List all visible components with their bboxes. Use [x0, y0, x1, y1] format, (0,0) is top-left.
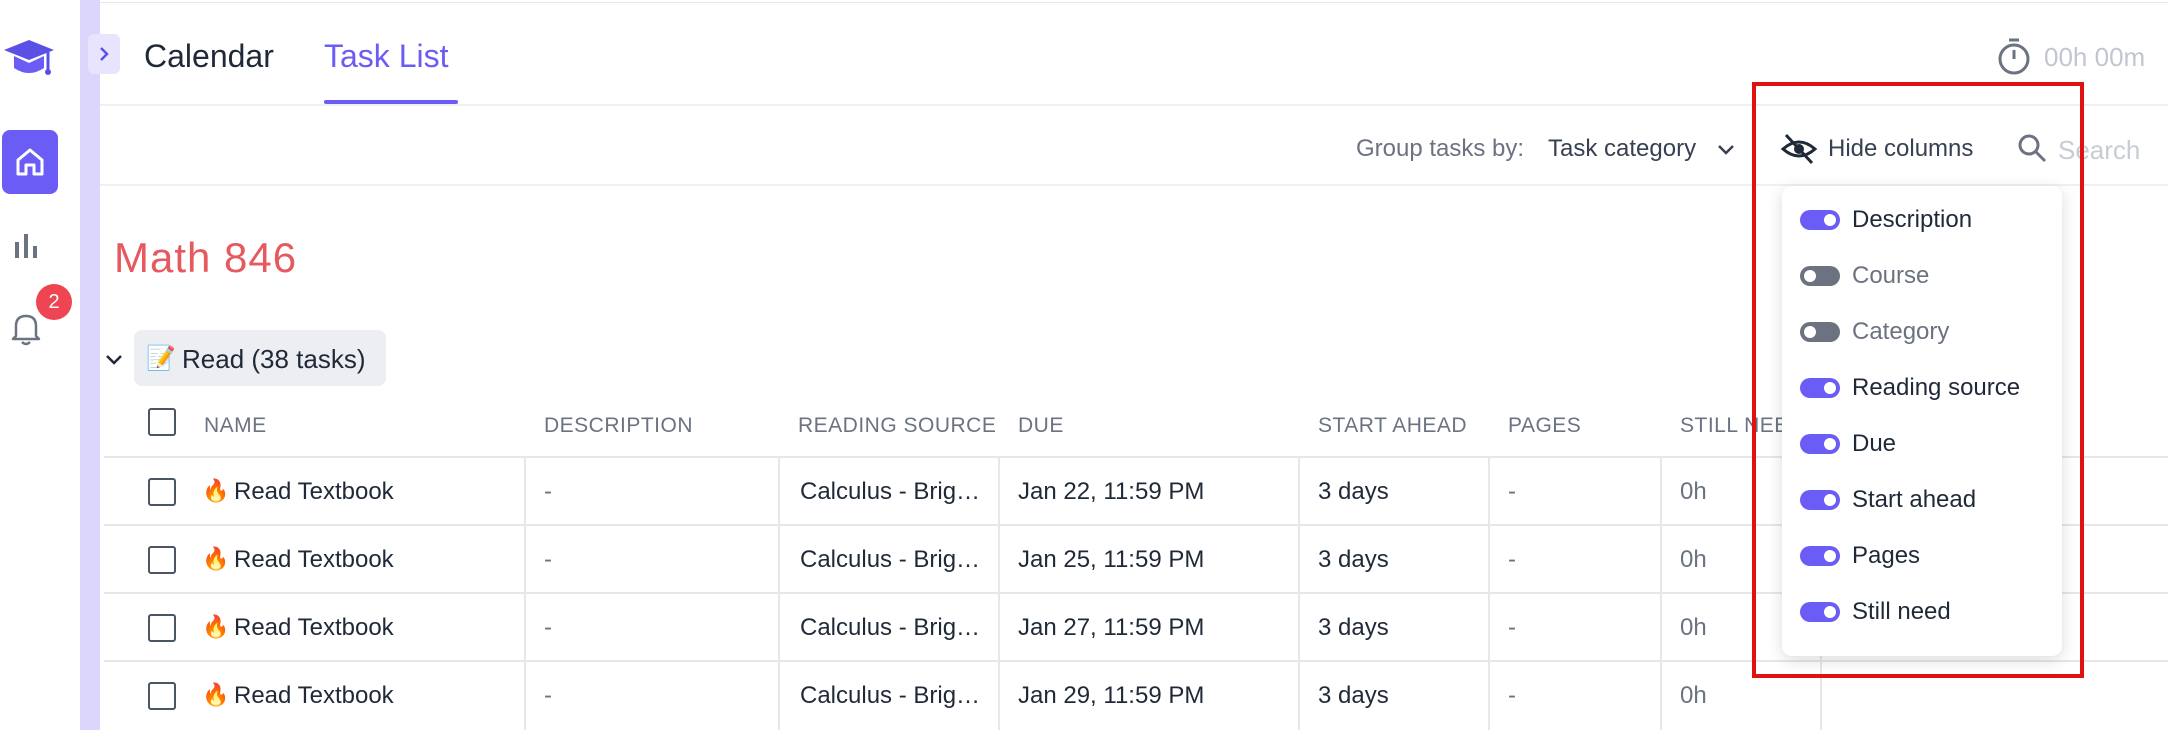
task-reading-source: Calculus - Brig…	[800, 614, 981, 641]
column-divider	[1488, 662, 1490, 730]
task-reading-source: Calculus - Brig…	[800, 546, 981, 573]
column-divider	[1660, 526, 1662, 594]
home-icon	[16, 148, 44, 176]
row-checkbox[interactable]	[148, 614, 176, 642]
top-border	[100, 2, 2168, 3]
column-header-start-ahead[interactable]: START AHEAD	[1318, 414, 1467, 438]
column-header-pages[interactable]: PAGES	[1508, 414, 1581, 438]
column-divider	[524, 662, 526, 730]
row-checkbox[interactable]	[148, 546, 176, 574]
task-pages: -	[1508, 682, 1516, 709]
home-nav-button[interactable]	[2, 130, 58, 194]
column-divider	[524, 594, 526, 662]
task-due: Jan 22, 11:59 PM	[1018, 478, 1205, 505]
column-header-name[interactable]: NAME	[204, 414, 267, 438]
task-pages: -	[1508, 614, 1516, 641]
task-start-ahead: 3 days	[1318, 682, 1389, 709]
task-still-need: 0h	[1680, 682, 1707, 709]
task-pages: -	[1508, 546, 1516, 573]
column-divider	[1660, 662, 1662, 730]
column-divider	[998, 662, 1000, 730]
task-reading-source: Calculus - Brig…	[800, 478, 981, 505]
memo-emoji-icon: 📝	[146, 345, 176, 372]
column-divider	[998, 594, 1000, 662]
column-divider	[998, 458, 1000, 526]
task-name[interactable]: Read Textbook	[234, 682, 394, 710]
task-pages: -	[1508, 478, 1516, 505]
expand-sidebar-button[interactable]	[88, 34, 120, 74]
group-tasks-label: Group tasks by:	[1356, 135, 1525, 162]
task-description: -	[544, 546, 552, 573]
fire-icon: 🔥	[202, 478, 230, 503]
column-divider	[1660, 594, 1662, 662]
column-divider	[1488, 594, 1490, 662]
column-divider	[778, 594, 780, 662]
task-description: -	[544, 682, 552, 709]
fire-icon: 🔥	[202, 614, 230, 639]
column-divider	[1488, 526, 1490, 594]
task-description: -	[544, 478, 552, 505]
left-rail: 2	[0, 0, 80, 730]
column-divider	[778, 662, 780, 730]
column-divider	[778, 526, 780, 594]
task-due: Jan 25, 11:59 PM	[1018, 546, 1205, 573]
task-name[interactable]: Read Textbook	[234, 478, 394, 506]
graduation-cap-logo-icon[interactable]	[2, 34, 56, 82]
task-group-header[interactable]: 📝 Read (38 tasks)	[134, 330, 386, 386]
notification-bell-icon[interactable]	[10, 310, 42, 346]
chevron-right-icon	[100, 47, 109, 61]
task-group-label: Read (38 tasks)	[182, 344, 366, 374]
column-divider	[1298, 662, 1300, 730]
column-divider	[1298, 526, 1300, 594]
select-all-checkbox[interactable]	[148, 408, 176, 436]
fire-icon: 🔥	[202, 546, 230, 571]
timer-readout: 00h 00m	[2044, 42, 2146, 72]
column-divider	[1298, 594, 1300, 662]
course-title: Math 846	[114, 234, 298, 281]
column-divider	[1488, 458, 1490, 526]
task-start-ahead: 3 days	[1318, 614, 1389, 641]
task-start-ahead: 3 days	[1318, 546, 1389, 573]
column-divider	[998, 526, 1000, 594]
column-divider	[1660, 458, 1662, 526]
column-divider	[1298, 458, 1300, 526]
sidebar-divider	[80, 0, 100, 730]
stats-bar-chart-icon[interactable]	[12, 230, 44, 262]
column-header-due[interactable]: DUE	[1018, 414, 1064, 438]
task-name[interactable]: Read Textbook	[234, 546, 394, 574]
task-description: -	[544, 614, 552, 641]
fire-icon: 🔥	[202, 682, 230, 707]
column-header-description[interactable]: DESCRIPTION	[544, 414, 693, 438]
row-checkbox[interactable]	[148, 478, 176, 506]
task-still-need: 0h	[1680, 546, 1707, 573]
tab-calendar[interactable]: Calendar	[144, 38, 274, 75]
chevron-down-icon[interactable]	[1716, 140, 1736, 160]
notification-count-badge: 2	[36, 284, 72, 320]
task-due: Jan 27, 11:59 PM	[1018, 614, 1205, 641]
task-still-need: 0h	[1680, 614, 1707, 641]
tab-task-list[interactable]: Task List	[324, 38, 448, 75]
column-divider	[778, 458, 780, 526]
column-divider	[524, 526, 526, 594]
task-reading-source: Calculus - Brig…	[800, 682, 981, 709]
stopwatch-icon[interactable]	[1994, 36, 2034, 76]
column-header-reading-source[interactable]: READING SOURCE	[798, 414, 996, 438]
collapse-group-chevron-icon[interactable]	[104, 350, 124, 370]
task-start-ahead: 3 days	[1318, 478, 1389, 505]
task-still-need: 0h	[1680, 478, 1707, 505]
task-name[interactable]: Read Textbook	[234, 614, 394, 642]
column-divider	[524, 458, 526, 526]
row-checkbox[interactable]	[148, 682, 176, 710]
task-due: Jan 29, 11:59 PM	[1018, 682, 1205, 709]
highlight-annotation-box	[1752, 82, 2084, 678]
group-tasks-select[interactable]: Task category	[1548, 135, 1696, 163]
